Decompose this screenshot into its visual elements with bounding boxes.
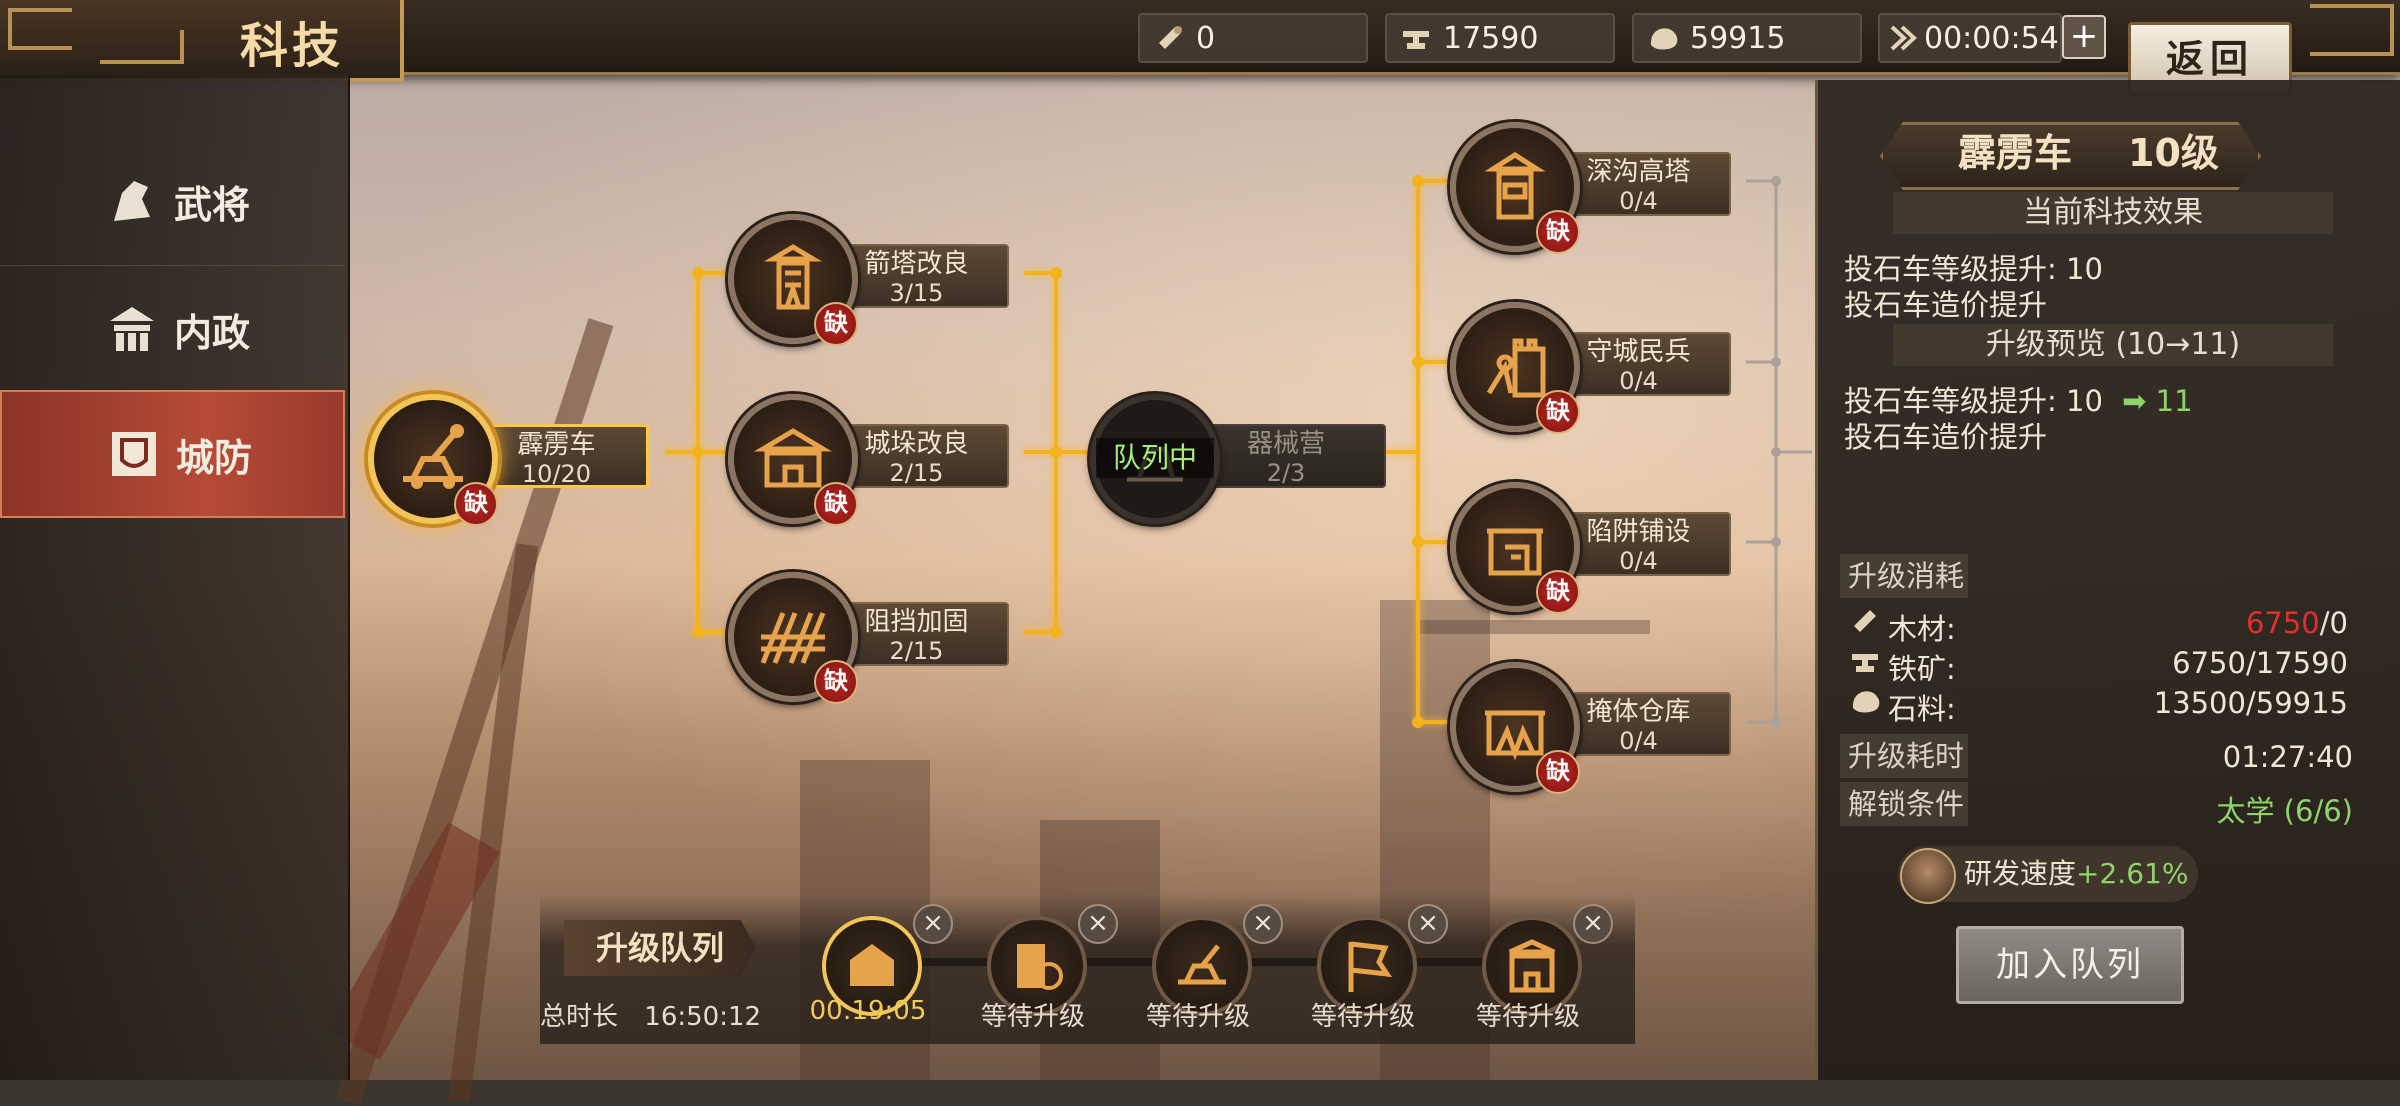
remove-queue-item-button[interactable]: × [1243,904,1283,944]
remove-queue-item-button[interactable]: × [1408,904,1448,944]
queue-slot-timer: 00:19:05 [809,996,927,1026]
research-icon [850,944,894,986]
queue-slot-status: 等待升级 [980,1002,1085,1032]
banner-icon [1348,941,1393,992]
catapult-icon [1178,944,1226,985]
remove-queue-item-button[interactable]: × [1573,904,1613,944]
queue-slot-status: 等待升级 [1475,1002,1580,1032]
gate-icon [1508,939,1556,993]
book-clock-icon [1017,944,1063,990]
queue-slot-status: 等待升级 [1310,1002,1415,1032]
remove-queue-item-button[interactable]: × [913,904,953,944]
queue-slot-status: 等待升级 [1145,1002,1250,1032]
remove-queue-item-button[interactable]: × [1078,904,1118,944]
